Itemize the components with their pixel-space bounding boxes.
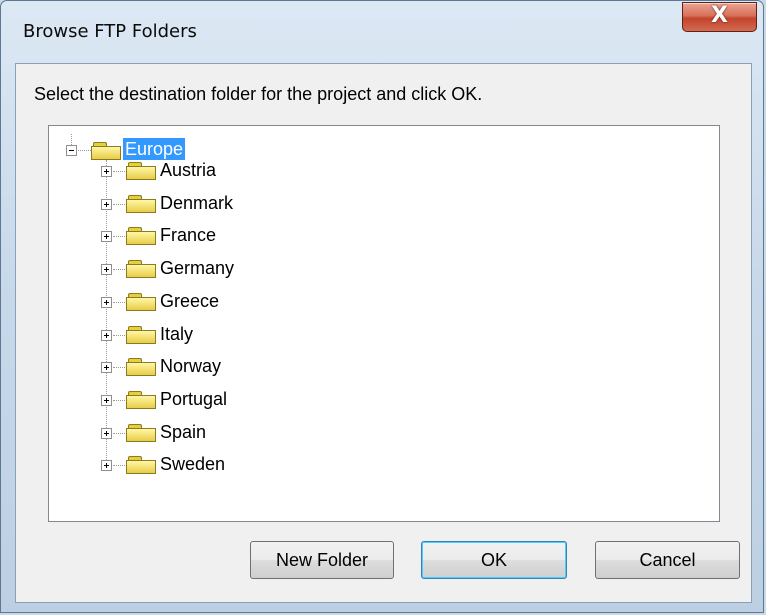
expand-icon[interactable]	[101, 199, 112, 210]
ok-button[interactable]: OK	[421, 541, 567, 579]
tree-node-france[interactable]: France	[158, 224, 218, 246]
branch-line	[113, 204, 125, 205]
folder-tree[interactable]: Europe Austria Denmark France Germany Greece…	[48, 125, 720, 522]
folder-icon	[126, 391, 156, 409]
folder-icon	[91, 142, 121, 160]
folder-icon	[126, 358, 156, 376]
title-bar[interactable]: Browse FTP Folders X	[1, 1, 763, 42]
branch-line	[113, 465, 125, 466]
folder-icon	[126, 260, 156, 278]
collapse-icon[interactable]	[66, 145, 77, 156]
expand-icon[interactable]	[101, 330, 112, 341]
expand-icon[interactable]	[101, 460, 112, 471]
tree-node-germany[interactable]: Germany	[158, 257, 236, 279]
branch-line	[113, 302, 125, 303]
folder-icon	[126, 195, 156, 213]
branch-line	[113, 236, 125, 237]
close-icon: X	[711, 3, 728, 28]
folder-icon	[126, 456, 156, 474]
new-folder-button[interactable]: New Folder	[250, 541, 394, 579]
branch-line	[113, 367, 125, 368]
branch-line	[113, 433, 125, 434]
tree-node-sweden[interactable]: Sweden	[158, 453, 227, 475]
expand-icon[interactable]	[101, 264, 112, 275]
branch-line	[113, 335, 125, 336]
dialog-body: Select the destination folder for the pr…	[15, 63, 752, 603]
root-connector-line	[71, 134, 72, 145]
expand-icon[interactable]	[101, 166, 112, 177]
branch-line	[113, 400, 125, 401]
branch-line	[113, 171, 125, 172]
tree-node-italy[interactable]: Italy	[158, 323, 195, 345]
folder-icon	[126, 293, 156, 311]
expand-icon[interactable]	[101, 395, 112, 406]
cancel-button[interactable]: Cancel	[595, 541, 740, 579]
expand-icon[interactable]	[101, 231, 112, 242]
folder-icon	[126, 162, 156, 180]
tree-node-greece[interactable]: Greece	[158, 290, 221, 312]
tree-node-norway[interactable]: Norway	[158, 355, 223, 377]
branch-line	[113, 269, 125, 270]
expand-icon[interactable]	[101, 362, 112, 373]
browse-ftp-folders-dialog: Browse FTP Folders X Select the destinat…	[0, 0, 764, 613]
folder-icon	[126, 227, 156, 245]
tree-node-austria[interactable]: Austria	[158, 159, 218, 181]
root-branch-line	[78, 150, 91, 151]
close-button[interactable]: X	[682, 2, 757, 32]
tree-node-portugal[interactable]: Portugal	[158, 388, 229, 410]
tree-node-europe[interactable]: Europe	[123, 138, 186, 160]
folder-icon	[126, 326, 156, 344]
folder-icon	[126, 424, 156, 442]
dialog-title: Browse FTP Folders	[23, 21, 197, 42]
instruction-text: Select the destination folder for the pr…	[34, 84, 483, 104]
tree-node-spain[interactable]: Spain	[158, 421, 208, 443]
tree-node-denmark[interactable]: Denmark	[158, 192, 235, 214]
expand-icon[interactable]	[101, 428, 112, 439]
expand-icon[interactable]	[101, 297, 112, 308]
